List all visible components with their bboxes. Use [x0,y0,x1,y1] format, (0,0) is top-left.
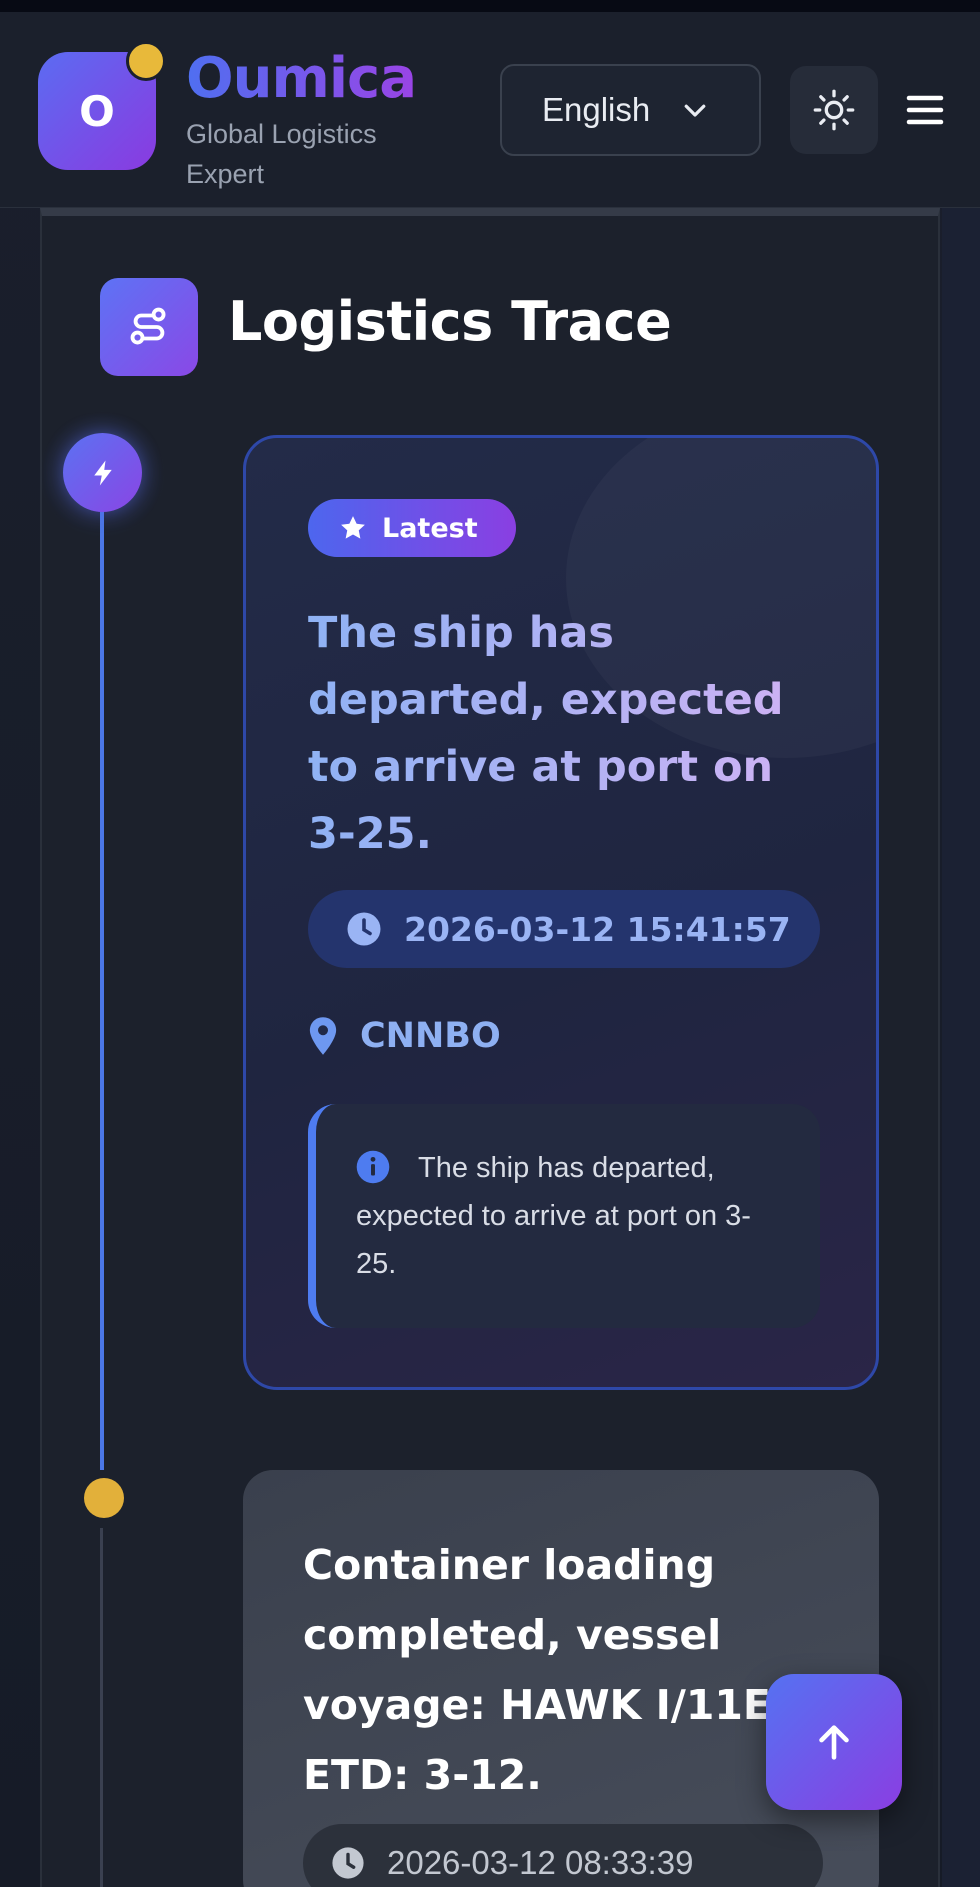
note-box: The ship has departed, expected to arriv… [308,1104,820,1328]
timestamp: 2026-03-12 15:41:57 [404,909,791,949]
sun-icon [813,89,855,131]
section-title: Logistics Trace [228,290,672,353]
brand-name[interactable]: Oumica [186,46,417,111]
timestamp-pill: 2026-03-12 15:41:57 [308,890,820,968]
timeline-node [84,1478,124,1518]
clock-icon [347,912,381,946]
trace-title: Container loading completed, vessel voya… [303,1541,787,1799]
status-strip [0,0,980,12]
brand-tagline: Global Logistics Expert [186,119,377,189]
timestamp: 2026-03-12 08:33:39 [387,1844,694,1881]
badge-label: Latest [382,512,478,544]
location-code: CNNBO [360,1016,501,1056]
route-icon [130,307,166,345]
timeline-line [100,1528,103,1887]
latest-badge: Latest [308,499,516,557]
arrow-up-icon [819,1725,849,1760]
hamburger-icon [906,95,944,125]
clock-icon [332,1847,364,1879]
language-select[interactable]: English [500,64,761,156]
timeline-line-active [100,505,104,1470]
side-gutter [942,208,980,1887]
map-pin-icon [309,1017,337,1055]
chevron-down-icon [684,104,706,117]
trace-title: The ship has departed, expected to arriv… [308,600,828,868]
star-icon [341,516,365,539]
location-row: CNNBO [308,1016,501,1056]
lightning-icon [93,460,112,485]
trace-card-latest: Latest The ship has departed, expected t… [243,435,879,1390]
logo-letter: O [79,86,115,136]
note-text: The ship has departed, expected to arriv… [356,1152,751,1280]
timeline-node-latest [63,433,142,512]
section-icon [100,278,198,376]
menu-button[interactable] [900,86,950,134]
header: O Oumica Global Logistics Expert English [0,12,980,208]
page: O Oumica Global Logistics Expert English [0,0,980,1887]
timestamp-pill: 2026-03-12 08:33:39 [303,1824,823,1887]
theme-toggle-button[interactable] [790,66,878,154]
scroll-to-top-button[interactable] [766,1674,902,1810]
logo-dot [126,41,166,81]
language-label: English [542,91,651,128]
